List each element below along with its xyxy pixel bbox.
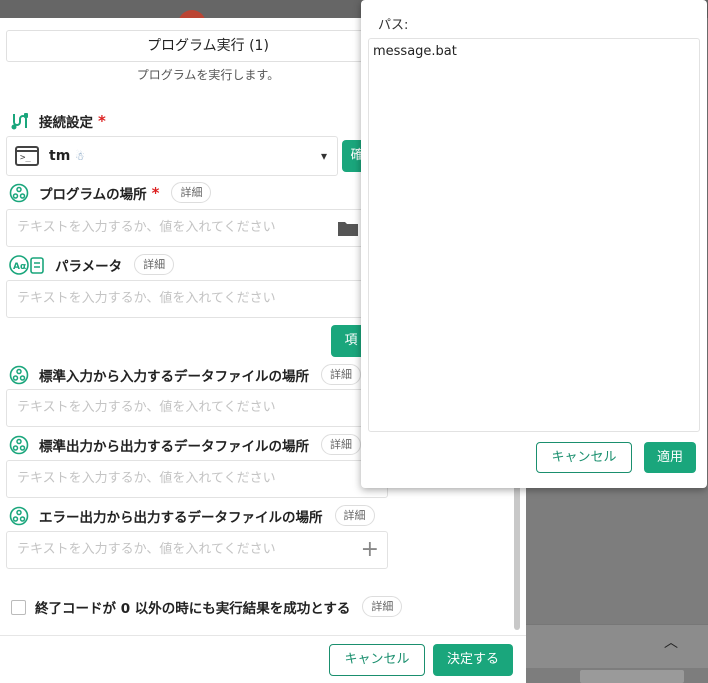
svg-text:Aα: Aα [13,262,26,272]
folder-icon[interactable] [337,219,359,241]
connection-label-row: 接続設定 * [9,111,106,131]
apply-button[interactable]: 適用 [644,442,696,473]
stdout-label-row: 標準出力から出力するデータファイルの場所 詳細 [9,434,361,455]
dialog-subtitle: プログラムを実行します。 [136,68,280,82]
program-location-label-row: プログラムの場所 * 詳細 [9,182,212,203]
footer-divider [0,635,526,636]
stdin-label-row: 標準入力から入力するデータファイルの場所 詳細 [9,364,361,385]
path-label: パス: [378,18,409,33]
chevron-up-icon[interactable]: ︿ [664,632,678,652]
required-mark: * [151,183,160,202]
placeholder: テキストを入力するか、値を入れてください [17,291,276,306]
path-popup: パス: message.bat キャンセル 適用 [361,0,707,488]
program-location-label: プログラムの場所 [39,186,147,203]
robot-icon: ☃ [75,150,86,163]
required-mark: * [98,112,106,130]
detail-chip[interactable]: 詳細 [134,254,175,275]
placeholder: テキストを入力するか、値を入れてください [17,471,276,486]
background-field [580,670,684,683]
success-option-row: 終了コードが 0 以外の時にも実行結果を成功とする 詳細 [35,596,403,617]
chevron-down-icon: ▾ [320,149,327,163]
variable-icon [9,365,29,385]
plus-icon[interactable]: + [361,538,379,562]
detail-chip[interactable]: 詳細 [321,364,361,385]
placeholder: テキストを入力するか、値を入れてください [17,400,276,415]
connection-icon [9,111,29,131]
connection-value: tm ☃ [49,148,86,164]
success-checkbox[interactable] [11,600,26,615]
detail-chip[interactable]: 詳細 [171,182,212,203]
scrollbar[interactable] [514,478,520,630]
stdout-label: 標準出力から出力するデータファイルの場所 [39,438,309,455]
stdin-label: 標準入力から入力するデータファイルの場所 [39,368,309,385]
path-textarea[interactable]: message.bat [368,38,700,432]
parameters-label-row: Aα パラメータ 詳細 [9,254,175,275]
stderr-input[interactable]: テキストを入力するか、値を入れてください + [6,531,388,569]
stderr-label-row: エラー出力から出力するデータファイルの場所 詳細 [9,505,375,526]
placeholder: テキストを入力するか、値を入れてください [17,542,276,557]
detail-chip[interactable]: 詳細 [334,505,375,526]
variable-icon [9,183,29,203]
connection-label: 接続設定 [39,115,93,131]
stderr-label: エラー出力から出力するデータファイルの場所 [39,509,323,526]
connection-select[interactable]: >_ tm ☃ ▾ [6,136,338,176]
stdin-input[interactable]: テキストを入力するか、値を入れてください [6,389,366,427]
variable-icon [9,506,29,526]
dialog-title: プログラム実行 (1) [6,30,410,62]
background-panel-bar [526,624,708,668]
parameters-icon: Aα [9,254,45,275]
detail-chip[interactable]: 詳細 [321,434,361,455]
parameters-label: パラメータ [55,258,123,275]
variable-icon [9,435,29,455]
success-option-label: 終了コードが 0 以外の時にも実行結果を成功とする [35,600,351,617]
terminal-icon: >_ [15,146,39,166]
program-location-input[interactable]: テキストを入力するか、値を入れてください [6,209,366,247]
cancel-button[interactable]: キャンセル [329,644,425,676]
parameters-input[interactable]: テキストを入力するか、値を入れてください [6,280,366,318]
placeholder: テキストを入力するか、値を入れてください [17,220,276,235]
submit-button[interactable]: 決定する [433,644,513,676]
stdout-input[interactable]: テキストを入力するか、値を入れてください [6,460,388,498]
popup-cancel-button[interactable]: キャンセル [536,442,632,473]
detail-chip[interactable]: 詳細 [362,596,403,617]
